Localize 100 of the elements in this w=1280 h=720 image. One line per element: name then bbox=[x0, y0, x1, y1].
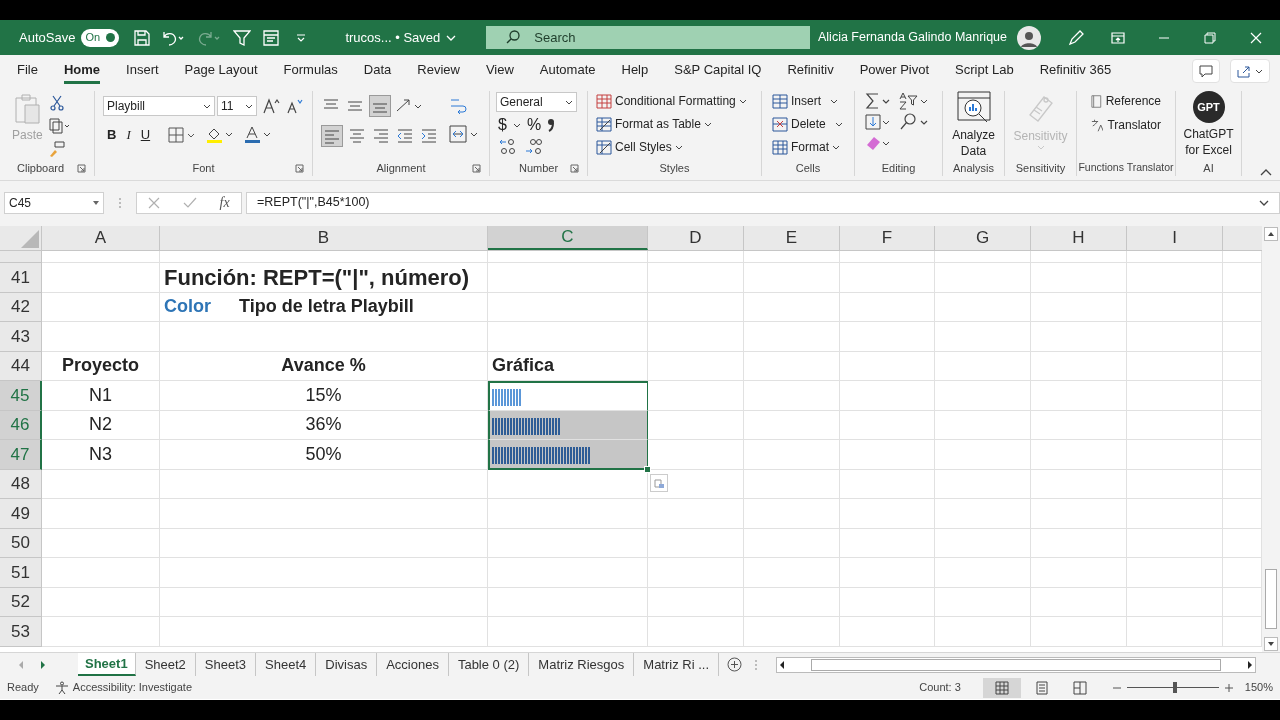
search-field[interactable]: Search bbox=[486, 26, 811, 49]
scroll-left-icon[interactable] bbox=[779, 660, 786, 669]
ribbon-tab[interactable]: Power Pivot bbox=[859, 58, 930, 84]
scroll-up-icon[interactable] bbox=[1264, 227, 1278, 241]
column-header[interactable]: H bbox=[1031, 226, 1127, 250]
number-format-field[interactable]: General bbox=[496, 92, 577, 112]
row-header[interactable]: 49 bbox=[0, 499, 42, 529]
scroll-thumb[interactable] bbox=[811, 658, 1222, 671]
analyze-data-button[interactable]: Analyze Data bbox=[943, 91, 1004, 160]
underline-button[interactable]: U bbox=[140, 125, 151, 145]
spreadsheet-cell[interactable] bbox=[488, 440, 648, 470]
row-header[interactable]: 42 bbox=[0, 292, 42, 322]
align-center-icon[interactable] bbox=[347, 126, 367, 146]
ribbon-tab[interactable]: S&P Capital IQ bbox=[674, 58, 762, 84]
column-header[interactable]: D bbox=[648, 226, 744, 250]
enter-icon[interactable] bbox=[182, 196, 197, 209]
spreadsheet-cell[interactable]: 15% bbox=[160, 381, 488, 411]
dialog-launcher-icon[interactable] bbox=[472, 163, 481, 173]
formula-field[interactable]: =REPT("|",B45*100) bbox=[246, 191, 1280, 214]
currency-button[interactable]: $ bbox=[498, 113, 507, 137]
collapse-ribbon-icon[interactable] bbox=[1260, 168, 1272, 176]
dialog-launcher-icon[interactable] bbox=[570, 163, 579, 173]
row-header[interactable]: 47 bbox=[0, 440, 42, 470]
zoom-in-icon[interactable] bbox=[1224, 683, 1233, 692]
dialog-launcher-icon[interactable] bbox=[77, 163, 86, 173]
ribbon-tab[interactable]: Data bbox=[363, 58, 392, 84]
translator-button[interactable]: Translator bbox=[1091, 116, 1161, 134]
row-header[interactable]: 46 bbox=[0, 410, 42, 440]
spreadsheet-cell[interactable]: N3 bbox=[42, 440, 160, 470]
column-header[interactable]: F bbox=[840, 226, 935, 250]
ribbon-tab[interactable]: Help bbox=[621, 58, 649, 84]
bold-button[interactable]: B bbox=[107, 125, 117, 145]
spreadsheet-cell[interactable]: N2 bbox=[42, 410, 160, 440]
share-button[interactable] bbox=[1230, 59, 1270, 83]
copy-icon[interactable] bbox=[48, 118, 71, 134]
select-all-icon[interactable] bbox=[21, 230, 39, 248]
format-painter-icon[interactable] bbox=[48, 141, 65, 157]
add-sheet-icon[interactable] bbox=[727, 657, 743, 672]
next-sheet-icon[interactable] bbox=[40, 660, 46, 669]
row-header[interactable]: 41 bbox=[0, 263, 42, 293]
document-title[interactable]: trucos... • Saved bbox=[345, 27, 457, 48]
scroll-thumb[interactable] bbox=[1265, 569, 1277, 629]
ribbon-tab[interactable]: Refinitiv bbox=[787, 58, 834, 84]
spreadsheet-cell[interactable]: Proyecto bbox=[42, 351, 160, 381]
zoom-level[interactable]: 150% bbox=[1244, 679, 1273, 696]
insert-cells-button[interactable]: Insert bbox=[772, 92, 844, 110]
wrap-text-icon[interactable] bbox=[449, 97, 467, 117]
avatar[interactable] bbox=[1017, 25, 1041, 50]
save-icon[interactable] bbox=[133, 28, 152, 47]
name-box[interactable]: C45 bbox=[4, 191, 104, 214]
chatgpt-button[interactable]: GPT ChatGPT for Excel bbox=[1176, 91, 1241, 160]
ribbon-tab[interactable]: Home bbox=[63, 58, 101, 84]
page-layout-icon[interactable] bbox=[1034, 680, 1049, 695]
scroll-right-icon[interactable] bbox=[1247, 660, 1254, 669]
form-icon[interactable] bbox=[262, 28, 281, 47]
comments-button[interactable] bbox=[1192, 59, 1220, 83]
font-color-icon[interactable] bbox=[244, 125, 273, 144]
row-header[interactable]: 50 bbox=[0, 528, 42, 558]
accessibility-status[interactable]: Accessibility: Investigate bbox=[72, 679, 192, 696]
format-cells-button[interactable]: Format bbox=[772, 138, 844, 156]
align-bottom-icon[interactable] bbox=[369, 95, 391, 117]
scroll-down-icon[interactable] bbox=[1264, 637, 1278, 651]
accessibility-icon[interactable] bbox=[54, 680, 69, 695]
spreadsheet-cell[interactable]: Color Tipo de letra Playbill bbox=[160, 292, 488, 322]
row-header[interactable]: 52 bbox=[0, 587, 42, 617]
pen-icon[interactable] bbox=[1067, 28, 1085, 47]
spreadsheet-cell[interactable]: Avance % bbox=[160, 351, 488, 381]
ribbon-tab[interactable]: Script Lab bbox=[955, 58, 1014, 84]
merge-center-icon[interactable] bbox=[449, 125, 479, 143]
autosave-toggle[interactable]: On bbox=[81, 28, 120, 47]
format-as-table-button[interactable]: Format as Table bbox=[596, 115, 753, 133]
row-header[interactable] bbox=[0, 251, 42, 263]
percent-button[interactable]: % bbox=[526, 113, 542, 137]
font-name-field[interactable]: Playbill bbox=[103, 96, 215, 116]
restore-icon[interactable] bbox=[1204, 31, 1216, 44]
decrease-indent-icon[interactable] bbox=[395, 126, 415, 146]
row-header[interactable]: 45 bbox=[0, 381, 42, 411]
align-right-icon[interactable] bbox=[371, 126, 391, 146]
column-header[interactable]: A bbox=[42, 226, 160, 250]
normal-view-icon[interactable] bbox=[982, 677, 1021, 698]
ribbon-tab[interactable]: Insert bbox=[126, 58, 159, 84]
spreadsheet-cell[interactable]: N1 bbox=[42, 381, 160, 411]
previous-sheet-icon[interactable] bbox=[18, 660, 24, 669]
sheet-tab[interactable]: Sheet1 bbox=[78, 653, 136, 676]
spreadsheet-cell[interactable]: 36% bbox=[160, 410, 488, 440]
ribbon-tab[interactable]: Refinitiv 365 bbox=[1039, 58, 1112, 84]
decrease-decimal-icon[interactable] bbox=[524, 138, 544, 156]
ribbon-tab[interactable]: View bbox=[485, 58, 514, 84]
italic-button[interactable]: I bbox=[126, 125, 131, 145]
reference-button[interactable]: Reference bbox=[1091, 92, 1161, 110]
column-header[interactable]: C bbox=[488, 226, 648, 250]
zoom-slider[interactable] bbox=[1126, 682, 1219, 693]
comma-style-icon[interactable] bbox=[547, 118, 556, 132]
filter-icon[interactable] bbox=[233, 28, 252, 47]
user-name[interactable]: Alicia Fernanda Galindo Manrique bbox=[818, 28, 1007, 47]
row-header[interactable]: 53 bbox=[0, 617, 42, 647]
cancel-icon[interactable] bbox=[148, 196, 161, 209]
sort-filter-icon[interactable] bbox=[898, 92, 929, 110]
align-left-icon[interactable] bbox=[321, 125, 343, 147]
insert-function-button[interactable]: fx bbox=[219, 192, 230, 213]
